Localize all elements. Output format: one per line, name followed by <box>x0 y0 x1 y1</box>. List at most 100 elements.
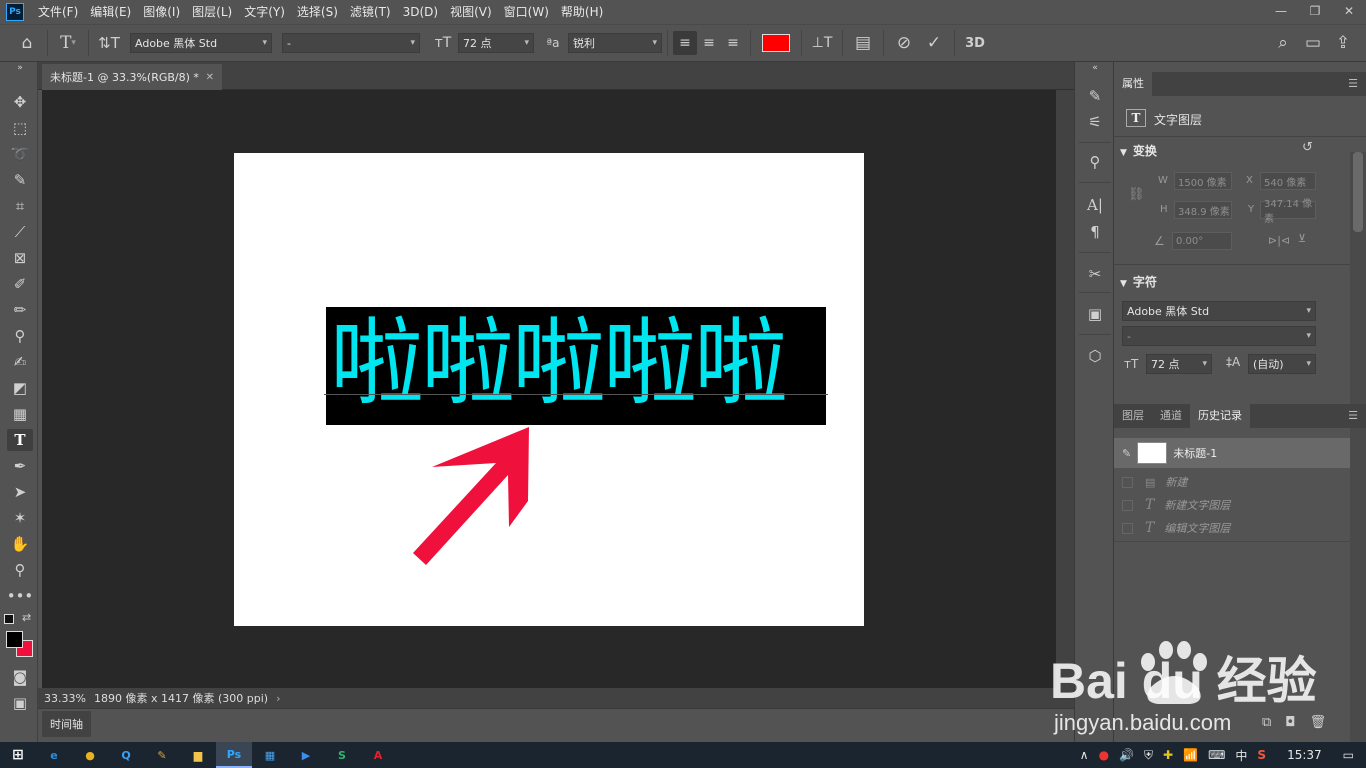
move-tool-icon[interactable]: ✥ <box>7 91 33 113</box>
taskbar-app-wps-sheet[interactable]: S <box>324 742 360 768</box>
swap-colors-icon[interactable]: ⇄ <box>22 611 31 624</box>
link-icon[interactable]: ⛓ <box>1128 187 1145 202</box>
notification-icon[interactable]: ▭ <box>1343 748 1354 762</box>
restore-button[interactable]: ❐ <box>1298 0 1332 22</box>
antialias-select[interactable]: 锐利 ▾ <box>568 33 662 53</box>
volume-icon[interactable]: 🔊 <box>1119 748 1134 762</box>
crop-tool-icon[interactable]: ⌗ <box>7 195 33 217</box>
tools-icon[interactable]: ✂ <box>1082 262 1108 286</box>
angle-field[interactable]: 0.00° <box>1172 232 1232 250</box>
paragraph-icon[interactable]: ¶ <box>1082 220 1108 244</box>
menu-select[interactable]: 选择(S) <box>291 0 344 24</box>
marquee-tool-icon[interactable]: ⬚ <box>7 117 33 139</box>
frame-tool-icon[interactable]: ⊠ <box>7 247 33 269</box>
workspace-icon[interactable]: ▭ <box>1300 28 1326 58</box>
chevron-down-icon[interactable]: ▼ <box>1120 148 1127 158</box>
clone-source-icon[interactable]: ⚲ <box>1082 150 1108 174</box>
show-hidden-icons[interactable]: ∧ <box>1080 748 1089 762</box>
character-style-select[interactable]: - ▾ <box>1122 326 1316 346</box>
zoom-level[interactable]: 33.33% <box>44 692 88 705</box>
transform-section-title[interactable]: 变换 <box>1133 144 1157 158</box>
vertical-scrollbar[interactable] <box>1056 90 1074 688</box>
history-item[interactable]: ▤ 新建 <box>1114 471 1350 493</box>
screen-mode-icon[interactable]: ▣ <box>7 692 33 714</box>
tab-properties[interactable]: 属性 <box>1114 72 1152 96</box>
menu-view[interactable]: 视图(V) <box>444 0 498 24</box>
panel-menu-icon[interactable]: ☰ <box>1340 72 1366 96</box>
close-button[interactable]: ✕ <box>1332 0 1366 22</box>
history-brush-tool-icon[interactable]: ✍ <box>7 351 33 373</box>
flip-vertical-icon[interactable]: ⊻ <box>1298 232 1306 245</box>
eyedropper-tool-icon[interactable]: ⟋ <box>7 221 33 243</box>
taskbar-app-qq-browser[interactable]: Q <box>108 742 144 768</box>
brush-settings-icon[interactable]: ✎ <box>1082 84 1108 108</box>
taskbar-app-photoshop[interactable]: Ps <box>216 742 252 768</box>
brush-tool-icon[interactable]: ✏ <box>7 299 33 321</box>
hand-tool-icon[interactable]: ✋ <box>7 533 33 555</box>
history-item[interactable]: T 编辑文字图层 <box>1114 517 1350 539</box>
character-font-select[interactable]: Adobe 黑体 Std ▾ <box>1122 301 1316 321</box>
sogou-icon[interactable]: S <box>1257 748 1266 762</box>
document-tab[interactable]: 未标题-1 @ 33.3%(RGB/8) * ✕ <box>42 64 222 90</box>
taskbar-app-folder[interactable]: ▆ <box>180 742 216 768</box>
collapse-toolbox-icon[interactable]: » <box>7 62 33 74</box>
minimize-button[interactable]: — <box>1264 0 1298 22</box>
menu-type[interactable]: 文字(Y) <box>238 0 291 24</box>
input-method-indicator[interactable]: 中 <box>1235 747 1247 764</box>
font-style-select[interactable]: - ▾ <box>282 33 420 53</box>
expand-panels-icon[interactable]: « <box>1082 62 1108 74</box>
tab-layers[interactable]: 图层 <box>1114 404 1152 428</box>
search-icon[interactable]: ⌕ <box>1270 28 1296 58</box>
warp-text-icon[interactable]: ⊥T <box>809 28 835 58</box>
align-center-button[interactable]: ≡ <box>697 31 721 55</box>
character-icon[interactable]: A| <box>1082 193 1108 217</box>
zoom-tool-icon[interactable]: ⚲ <box>7 559 33 581</box>
gradient-tool-icon[interactable]: ▦ <box>7 403 33 425</box>
clock[interactable]: 15:37 <box>1287 748 1322 762</box>
width-field[interactable]: 1500 像素 <box>1174 172 1232 190</box>
leading-select[interactable]: (自动) ▾ <box>1248 354 1316 374</box>
3d-panel-icon[interactable]: ⬡ <box>1082 344 1108 368</box>
y-field[interactable]: 347.14 像素 <box>1260 199 1316 225</box>
chevron-down-icon[interactable]: ▼ <box>1120 279 1127 289</box>
type-tool-preset-icon[interactable]: T ▾ <box>55 28 81 58</box>
network-icon[interactable]: 📶 <box>1183 748 1198 762</box>
quick-mask-icon[interactable]: ◙ <box>7 666 33 688</box>
menu-window[interactable]: 窗口(W) <box>498 0 555 24</box>
properties-scrollbar[interactable] <box>1350 152 1366 404</box>
menu-help[interactable]: 帮助(H) <box>555 0 609 24</box>
taskbar-app-chrome[interactable]: ● <box>72 742 108 768</box>
close-tab-icon[interactable]: ✕ <box>206 72 214 83</box>
canvas-text[interactable]: 啦啦啦啦啦 <box>330 307 826 423</box>
reset-transform-icon[interactable]: ↺ <box>1302 140 1313 155</box>
quick-select-tool-icon[interactable]: ✎ <box>7 169 33 191</box>
character-section-title[interactable]: 字符 <box>1133 275 1157 289</box>
taskbar-app-store[interactable]: ▦ <box>252 742 288 768</box>
tab-channels[interactable]: 通道 <box>1152 404 1190 428</box>
foreground-color-swatch[interactable] <box>6 631 23 648</box>
path-select-tool-icon[interactable]: ➤ <box>7 481 33 503</box>
menu-filter[interactable]: 滤镜(T) <box>344 0 397 24</box>
menu-3d[interactable]: 3D(D) <box>397 0 444 24</box>
3d-button[interactable]: 3D <box>962 28 988 58</box>
x-field[interactable]: 540 像素 <box>1260 172 1316 190</box>
addon-icon[interactable]: ✚ <box>1163 748 1173 762</box>
text-layer-selection[interactable]: 啦啦啦啦啦 <box>326 307 826 425</box>
clone-stamp-tool-icon[interactable]: ⚲ <box>7 325 33 347</box>
menu-layer[interactable]: 图层(L) <box>186 0 238 24</box>
canvas-area[interactable]: 啦啦啦啦啦 <box>42 90 1056 688</box>
start-button[interactable]: ⊞ <box>0 742 36 768</box>
font-size-select[interactable]: 72 点 ▾ <box>458 33 534 53</box>
pen-tool-icon[interactable]: ✒ <box>7 455 33 477</box>
height-field[interactable]: 348.9 像素 <box>1174 201 1232 219</box>
adjustments-icon[interactable]: ⚟ <box>1082 110 1108 134</box>
shape-tool-icon[interactable]: ✶ <box>7 507 33 529</box>
timeline-tab[interactable]: 时间轴 <box>42 711 91 737</box>
type-tool-icon[interactable]: T <box>7 429 33 451</box>
home-icon[interactable]: ⌂ <box>14 28 40 58</box>
cancel-icon[interactable]: ⊘ <box>891 28 917 58</box>
taskbar-app-ie[interactable]: e <box>36 742 72 768</box>
lasso-tool-icon[interactable]: ➰ <box>7 143 33 165</box>
taskbar-app-tool[interactable]: ✎ <box>144 742 180 768</box>
menu-file[interactable]: 文件(F) <box>32 0 84 24</box>
